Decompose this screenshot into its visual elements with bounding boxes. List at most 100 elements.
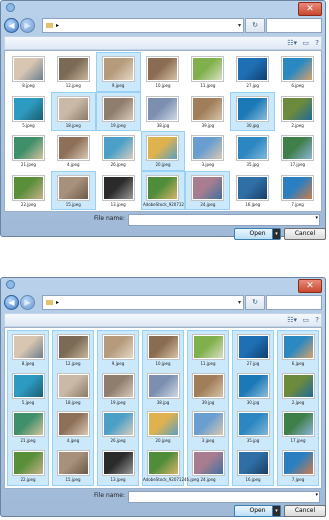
close-button[interactable]: ✕ bbox=[298, 2, 322, 16]
file-item[interactable]: 18.jpeg bbox=[50, 91, 96, 131]
file-item[interactable]: 13.jpeg bbox=[98, 447, 138, 486]
file-item[interactable]: 22.jpeg bbox=[8, 447, 48, 486]
file-item[interactable]: 16.jpeg bbox=[231, 172, 274, 210]
file-item[interactable]: 20.jpeg bbox=[143, 408, 183, 447]
file-item[interactable]: 12.jpeg bbox=[52, 53, 95, 91]
file-item[interactable]: 24.jpeg bbox=[188, 447, 228, 486]
file-item[interactable]: 10.jpeg bbox=[143, 331, 183, 370]
file-item[interactable]: 11.jpeg bbox=[186, 53, 229, 91]
open-split-chevron-icon[interactable]: ▾ bbox=[272, 229, 280, 239]
open-split-chevron-icon[interactable]: ▾ bbox=[272, 506, 280, 516]
file-item[interactable]: 35.jpg bbox=[231, 132, 274, 170]
file-item[interactable]: 18.jpeg bbox=[53, 370, 93, 409]
file-item[interactable]: 27.jpg bbox=[233, 331, 273, 370]
preview-pane-icon[interactable]: ▭ bbox=[302, 38, 309, 48]
chevron-down-icon[interactable]: ▾ bbox=[315, 215, 318, 221]
file-item[interactable]: 3.jpeg bbox=[188, 408, 228, 447]
close-button[interactable]: ✕ bbox=[298, 279, 322, 293]
file-item[interactable]: 35.jpg bbox=[233, 408, 273, 447]
chevron-down-icon[interactable]: ▾ bbox=[315, 492, 318, 498]
file-item[interactable]: 8.jpeg bbox=[7, 53, 50, 91]
image-thumbnail bbox=[102, 373, 134, 398]
file-name-caption: 20.jpeg bbox=[155, 162, 171, 167]
file-item[interactable]: 20.jpeg bbox=[140, 131, 186, 171]
file-name-caption: 4.jpeg bbox=[67, 162, 80, 167]
file-name-caption: 17.jpeg bbox=[290, 162, 306, 167]
file-item[interactable]: 17.jpeg bbox=[276, 132, 319, 170]
preview-pane-icon[interactable]: ▭ bbox=[302, 315, 309, 325]
file-item[interactable]: 17.jpeg bbox=[278, 408, 318, 447]
file-item[interactable]: 12.jpeg bbox=[53, 331, 93, 370]
file-item[interactable]: 7.jpeg bbox=[278, 447, 318, 486]
file-item[interactable]: 39.jpg bbox=[188, 370, 228, 409]
image-thumbnail bbox=[282, 412, 314, 436]
file-item[interactable]: 16.jpeg bbox=[233, 447, 273, 486]
file-item[interactable]: 26.jpeg bbox=[97, 132, 140, 170]
help-icon[interactable]: ? bbox=[315, 38, 319, 48]
address-dropdown-icon[interactable]: ▾ bbox=[238, 296, 241, 309]
file-name-field[interactable]: ▾ bbox=[128, 491, 320, 503]
file-item[interactable]: 30.jpg bbox=[230, 91, 276, 131]
file-item[interactable]: 11.jpeg bbox=[188, 331, 228, 370]
file-item[interactable]: 8.jpeg bbox=[8, 331, 48, 370]
button-row: Open ▾ Cancel bbox=[4, 228, 326, 240]
forward-arrow-icon[interactable]: ▶ bbox=[20, 18, 35, 33]
refresh-icon[interactable]: ↻ bbox=[245, 18, 265, 33]
file-item[interactable]: 38.jpg bbox=[142, 93, 185, 131]
file-name-caption: 5.jpeg bbox=[21, 399, 35, 405]
file-name-caption: 2.jpeg bbox=[291, 122, 304, 128]
file-item[interactable]: 15.jpeg bbox=[50, 170, 96, 210]
help-icon[interactable]: ? bbox=[315, 315, 319, 325]
file-item[interactable]: 9.jpeg bbox=[95, 52, 141, 92]
refresh-icon[interactable]: ↻ bbox=[245, 295, 265, 310]
file-item[interactable]: 30.jpg bbox=[233, 370, 273, 409]
search-input[interactable] bbox=[266, 18, 322, 33]
file-item[interactable]: 4.jpeg bbox=[52, 132, 95, 170]
file-item[interactable]: 4.jpeg bbox=[53, 408, 93, 447]
file-item[interactable]: 2.jpeg bbox=[276, 93, 319, 131]
file-item[interactable]: 19.jpeg bbox=[95, 91, 141, 131]
file-name-caption: 7.jpeg bbox=[291, 201, 304, 207]
file-name-field[interactable]: ▾ bbox=[128, 214, 320, 226]
file-item[interactable]: 19.jpeg bbox=[98, 370, 138, 409]
image-thumbnail bbox=[237, 175, 269, 200]
open-button[interactable]: Open ▾ bbox=[234, 228, 281, 240]
cancel-button[interactable]: Cancel bbox=[284, 505, 326, 517]
file-name-caption: 21.jpeg bbox=[20, 438, 36, 443]
file-item[interactable]: 5.jpeg bbox=[8, 370, 48, 409]
cancel-button[interactable]: Cancel bbox=[284, 228, 326, 240]
search-input[interactable] bbox=[266, 295, 322, 310]
file-item[interactable]: 24.jpeg bbox=[185, 170, 231, 210]
file-item[interactable]: AdobeStock_92071246.jpeg bbox=[143, 447, 199, 486]
file-item[interactable]: 6.jpeg bbox=[278, 331, 318, 370]
file-item[interactable]: 26.jpeg bbox=[98, 408, 138, 447]
file-item[interactable]: 21.jpeg bbox=[8, 408, 48, 447]
file-item[interactable]: 39.jpg bbox=[186, 93, 229, 131]
file-item[interactable]: 10.jpeg bbox=[142, 53, 185, 91]
back-arrow-icon[interactable]: ◀ bbox=[4, 18, 19, 33]
file-item[interactable]: 7.jpeg bbox=[276, 172, 319, 210]
file-name-caption: 13.jpeg bbox=[110, 201, 126, 207]
file-item[interactable]: 2.jpeg bbox=[278, 370, 318, 409]
file-item[interactable]: 38.jpg bbox=[143, 370, 183, 409]
file-item[interactable]: 13.jpeg bbox=[97, 172, 140, 210]
file-name-row: File name: ▾ bbox=[4, 214, 322, 226]
file-item[interactable]: 6.jpeg bbox=[276, 53, 319, 91]
view-options-icon[interactable]: ☷▾ bbox=[287, 315, 297, 325]
file-item[interactable]: AdobeStock_92071246.jpeg bbox=[140, 170, 199, 210]
open-button[interactable]: Open ▾ bbox=[234, 505, 281, 517]
file-item[interactable]: 22.jpeg bbox=[7, 172, 50, 210]
file-item[interactable]: 21.jpeg bbox=[7, 132, 50, 170]
file-item[interactable]: 3.jpeg bbox=[186, 132, 229, 170]
address-dropdown-icon[interactable]: ▾ bbox=[238, 19, 241, 32]
address-bar[interactable]: ▸ ▾ bbox=[42, 295, 244, 310]
back-arrow-icon[interactable]: ◀ bbox=[4, 295, 19, 310]
image-thumbnail bbox=[282, 335, 314, 359]
forward-arrow-icon[interactable]: ▶ bbox=[20, 295, 35, 310]
view-options-icon[interactable]: ☷▾ bbox=[287, 38, 297, 48]
file-item[interactable]: 27.jpg bbox=[231, 53, 274, 91]
file-item[interactable]: 15.jpeg bbox=[53, 447, 93, 486]
address-bar[interactable]: ▸ ▾ bbox=[42, 18, 244, 33]
file-item[interactable]: 5.jpeg bbox=[7, 93, 50, 131]
file-item[interactable]: 9.jpeg bbox=[98, 331, 138, 370]
